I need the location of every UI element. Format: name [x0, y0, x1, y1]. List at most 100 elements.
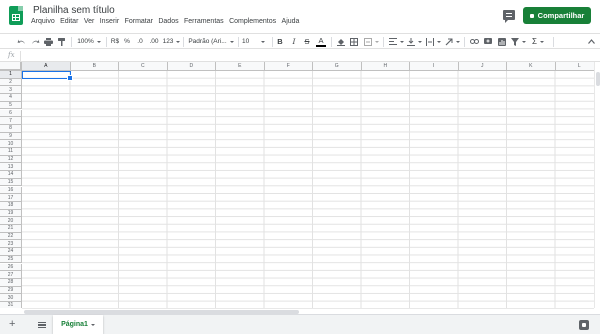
percent-button[interactable]: %	[123, 36, 131, 47]
share-button[interactable]: Compartilhar	[523, 7, 591, 24]
sheet-tab-bar: + Página1	[0, 314, 600, 334]
row-header-19[interactable]: 19	[0, 209, 22, 218]
row-header-27[interactable]: 27	[0, 271, 22, 279]
column-header-d[interactable]: D	[167, 62, 216, 71]
strikethrough-button[interactable]: S	[303, 36, 311, 47]
document-title[interactable]: Planilha sem título	[33, 5, 115, 16]
add-sheet-icon[interactable]: +	[9, 318, 15, 330]
row-header-5[interactable]: 5	[0, 101, 22, 110]
row-header-23[interactable]: 23	[0, 240, 22, 249]
menu-inserir[interactable]: Inserir	[100, 18, 119, 25]
horizontal-align-icon[interactable]	[388, 36, 404, 47]
cell-area[interactable]	[22, 71, 594, 308]
text-wrapping-icon[interactable]	[425, 36, 441, 47]
row-header-30[interactable]: 30	[0, 294, 22, 302]
row-header-10[interactable]: 10	[0, 140, 22, 148]
filter-icon[interactable]	[510, 36, 526, 47]
column-header-b[interactable]: B	[70, 62, 119, 71]
share-button-label: Compartilhar	[537, 11, 585, 20]
vertical-scrollbar[interactable]	[594, 62, 600, 308]
text-rotation-icon[interactable]	[444, 36, 460, 47]
column-header-i[interactable]: I	[410, 62, 459, 71]
borders-icon[interactable]	[349, 36, 359, 47]
row-header-29[interactable]: 29	[0, 286, 22, 295]
comments-icon[interactable]	[503, 10, 515, 23]
row-header-15[interactable]: 15	[0, 178, 22, 187]
menu-complementos[interactable]: Complementos	[229, 18, 276, 25]
merge-cells-icon[interactable]	[363, 36, 379, 47]
more-formats-button[interactable]: 123	[162, 36, 181, 47]
insert-chart-icon[interactable]	[497, 36, 507, 47]
menu-ver[interactable]: Ver	[84, 18, 95, 25]
decrease-decimal-button[interactable]: .0	[134, 36, 146, 47]
bold-button[interactable]: B	[276, 36, 284, 47]
increase-decimal-button[interactable]: .00	[148, 36, 160, 47]
explore-icon[interactable]	[579, 320, 589, 330]
row-header-25[interactable]: 25	[0, 255, 22, 264]
column-header-j[interactable]: J	[458, 62, 507, 71]
column-header-e[interactable]: E	[216, 62, 265, 71]
row-header-22[interactable]: 22	[0, 232, 22, 241]
font-select[interactable]: Padrão (Ari...	[188, 36, 234, 47]
print-icon[interactable]	[43, 36, 53, 47]
column-header-h[interactable]: H	[361, 62, 410, 71]
row-header-3[interactable]: 3	[0, 86, 22, 95]
row-header-16[interactable]: 16	[0, 186, 22, 195]
row-header-9[interactable]: 9	[0, 132, 22, 141]
menu-arquivo[interactable]: Arquivo	[31, 18, 55, 25]
menu-ajuda[interactable]: Ajuda	[282, 18, 300, 25]
column-header-l[interactable]: L	[555, 62, 594, 71]
row-header-21[interactable]: 21	[0, 225, 22, 233]
row-header-20[interactable]: 20	[0, 217, 22, 225]
sheets-logo-icon[interactable]	[9, 6, 23, 25]
fill-color-icon[interactable]	[336, 36, 346, 47]
row-header-12[interactable]: 12	[0, 155, 22, 164]
all-sheets-icon[interactable]	[38, 322, 46, 328]
row-header-2[interactable]: 2	[0, 78, 22, 87]
vertical-align-icon[interactable]	[406, 36, 422, 47]
row-header-17[interactable]: 17	[0, 194, 22, 202]
redo-icon[interactable]	[30, 36, 40, 47]
collapse-toolbar-icon[interactable]	[586, 36, 596, 47]
row-header-4[interactable]: 4	[0, 94, 22, 102]
menu-dados[interactable]: Dados	[158, 18, 178, 25]
column-header-f[interactable]: F	[264, 62, 313, 71]
menu-formatar[interactable]: Formatar	[125, 18, 153, 25]
toolbar: 100% R$ % .0 .00 123 Padrão (Ari... 10 B…	[0, 33, 600, 49]
menu-ferramentas[interactable]: Ferramentas	[184, 18, 224, 25]
row-header-28[interactable]: 28	[0, 278, 22, 287]
row-header-13[interactable]: 13	[0, 163, 22, 172]
row-header-1[interactable]: 1	[0, 71, 22, 79]
row-header-18[interactable]: 18	[0, 201, 22, 210]
more-formats-label: 123	[162, 38, 174, 45]
column-header-a[interactable]: A	[22, 62, 71, 71]
italic-button[interactable]: I	[290, 36, 298, 47]
spreadsheet-grid[interactable]: A B C D E F G H I J K L 1 2 3 4 5 6 7 8 9 10 11 12 13 14 15 16 17 18 1…	[0, 62, 594, 308]
functions-button[interactable]: Σ	[530, 36, 546, 47]
formula-input[interactable]	[24, 51, 594, 61]
row-header-31[interactable]: 31	[0, 302, 22, 308]
sheet-tab-pagina1[interactable]: Página1	[53, 315, 103, 334]
text-color-button[interactable]: A	[316, 36, 326, 47]
currency-button[interactable]: R$	[110, 36, 120, 47]
row-header-7[interactable]: 7	[0, 117, 22, 125]
functions-label: Σ	[532, 37, 537, 46]
select-all-corner[interactable]	[0, 62, 22, 71]
menu-editar[interactable]: Editar	[60, 18, 78, 25]
zoom-select[interactable]: 100%	[77, 36, 101, 47]
font-size-select[interactable]: 10	[242, 36, 270, 47]
insert-comment-icon[interactable]	[483, 36, 493, 47]
active-cell-a1[interactable]	[22, 71, 73, 81]
insert-link-icon[interactable]	[469, 36, 479, 47]
column-header-c[interactable]: C	[119, 62, 168, 71]
row-header-6[interactable]: 6	[0, 109, 22, 118]
row-header-8[interactable]: 8	[0, 124, 22, 133]
paint-format-icon[interactable]	[57, 36, 67, 47]
row-header-24[interactable]: 24	[0, 248, 22, 256]
row-header-26[interactable]: 26	[0, 263, 22, 272]
column-header-k[interactable]: K	[507, 62, 556, 71]
column-header-g[interactable]: G	[313, 62, 362, 71]
undo-icon[interactable]	[16, 36, 26, 47]
row-header-11[interactable]: 11	[0, 148, 22, 156]
row-header-14[interactable]: 14	[0, 171, 22, 179]
